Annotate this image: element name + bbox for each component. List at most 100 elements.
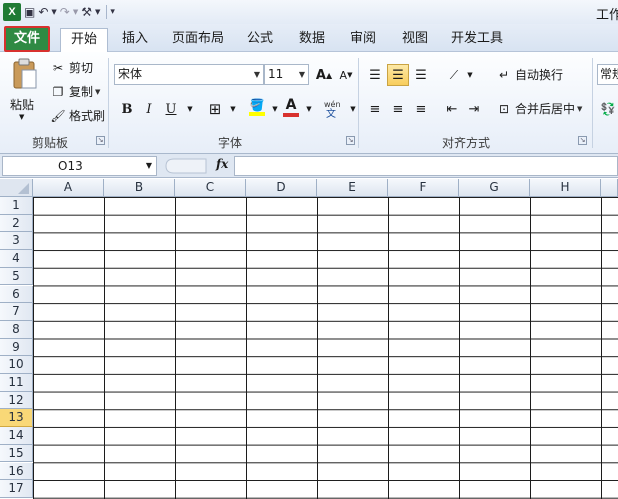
row-header-13[interactable]: 13 [0,409,33,428]
paste-dropdown-icon[interactable]: ▼ [19,113,24,121]
undo-icon[interactable]: ↶ [38,3,48,21]
row-header-16[interactable]: 16 [0,462,33,481]
copy-dropdown-icon[interactable]: ▼ [95,88,100,96]
paste-icon[interactable] [8,56,42,94]
undo-dropdown-icon[interactable]: ▼ [51,3,56,21]
font-size-select[interactable]: 11 ▼ [264,64,309,85]
tab-insert[interactable]: 插入 [115,28,155,52]
column-header-b[interactable]: B [104,179,175,197]
border-dropdown-icon[interactable]: ▼ [222,98,244,120]
row-header-6[interactable]: 6 [0,285,33,304]
row-header-9[interactable]: 9 [0,338,33,357]
number-format-select[interactable]: 常规 [597,64,618,85]
name-box[interactable]: O13 ▼ [2,156,157,176]
cell-area[interactable] [33,197,618,499]
clipboard-group-label: 剪贴板 [31,136,68,150]
save-icon[interactable]: ▣ [24,3,35,21]
row-header-12[interactable]: 12 [0,391,33,410]
column-header-d[interactable]: D [246,179,317,197]
phonetic-dropdown-icon[interactable]: ▼ [342,98,364,120]
row-header-4[interactable]: 4 [0,250,33,268]
tab-formulas[interactable]: 公式 [240,28,280,52]
chevron-down-icon[interactable]: ▼ [146,157,152,175]
formula-controls: fx [160,156,234,176]
paste-button[interactable]: 粘贴 [10,96,34,113]
row-header-14[interactable]: 14 [0,427,33,445]
column-header-h[interactable]: H [530,179,601,197]
increase-indent-icon[interactable]: ⇥ [463,98,485,120]
align-middle-icon[interactable]: ☰ [387,64,409,86]
quick-access-toolbar: X ▣ ↶ ▼ ↷ ▼ ⚒ ▼ ▾ 工作 [0,0,618,24]
tab-review[interactable]: 审阅 [343,28,383,52]
currency-icon[interactable]: 💱 [597,98,618,120]
tab-data[interactable]: 数据 [292,28,332,52]
font-name-value: 宋体 [118,67,143,81]
redo-icon[interactable]: ↷ [60,3,70,21]
chevron-down-icon[interactable]: ▼ [254,65,260,84]
font-name-select[interactable]: 宋体 ▼ [114,64,264,85]
orientation-dropdown-icon[interactable]: ▼ [459,64,481,86]
italic-icon[interactable]: I [138,98,160,120]
tab-view[interactable]: 视图 [395,28,435,52]
tools-dropdown-icon[interactable]: ▼ [95,3,100,21]
format-painter-button[interactable]: 🖌 格式刷 [50,107,105,124]
row-header-7[interactable]: 7 [0,303,33,321]
align-left-icon[interactable]: ≡ [364,98,386,120]
bold-icon[interactable]: B [116,98,138,120]
row-header-2[interactable]: 2 [0,214,33,233]
clipboard-launcher-icon[interactable]: ↘ [96,136,105,145]
wrap-text-button[interactable]: ↵ 自动换行 [496,66,563,83]
customize-toolbar-icon[interactable]: ▾ [110,3,115,21]
column-header-partial[interactable] [601,179,618,197]
row-header-5[interactable]: 5 [0,267,33,286]
column-header-c[interactable]: C [175,179,246,197]
tab-page-layout[interactable]: 页面布局 [168,28,228,52]
ribbon-home: 粘贴 ▼ ✂ 剪切 ❐ 复制 ▼ 🖌 格式刷 剪贴板 ↘ 宋体 ▼ 11 ▼ A… [0,52,618,154]
align-right-icon[interactable]: ≡ [410,98,432,120]
row-header-17[interactable]: 17 [0,480,33,498]
row-header-15[interactable]: 15 [0,444,33,463]
group-separator [592,58,593,148]
group-separator [108,58,109,148]
font-size-value: 11 [268,67,284,81]
row-header-10[interactable]: 10 [0,356,33,374]
column-header-e[interactable]: E [317,179,388,197]
excel-logo-icon[interactable]: X [3,3,21,21]
decrease-font-icon[interactable]: A ▼ [335,64,357,86]
increase-font-icon[interactable]: A ▲ [313,64,335,86]
merge-center-button[interactable]: ⊡ 合并后居中 ▼ [496,100,582,117]
chevron-down-icon[interactable]: ▼ [299,65,305,84]
underline-dropdown-icon[interactable]: ▼ [179,98,201,120]
alignment-group-label: 对齐方式 [441,136,490,150]
column-header-a[interactable]: A [33,179,104,197]
format-painter-label: 格式刷 [69,109,106,123]
column-header-g[interactable]: G [459,179,530,197]
tools-icon[interactable]: ⚒ [81,3,92,21]
copy-button[interactable]: ❐ 复制 ▼ [50,83,101,100]
column-header-f[interactable]: F [388,179,459,197]
number-format-value: 常规 [600,67,618,81]
tab-home[interactable]: 开始 [60,28,108,52]
redo-dropdown-icon[interactable]: ▼ [73,3,78,21]
name-box-value: O13 [58,159,83,173]
cut-button[interactable]: ✂ 剪切 [50,59,93,76]
row-header-3[interactable]: 3 [0,232,33,251]
insert-function-icon[interactable]: fx [216,157,228,171]
tab-file[interactable]: 文件 [4,26,50,52]
decrease-indent-icon[interactable]: ⇤ [441,98,463,120]
tab-developer[interactable]: 开发工具 [447,28,507,52]
window-title: 工作 [596,8,618,23]
formula-input[interactable] [234,156,618,176]
align-center-icon[interactable]: ≡ [387,98,409,120]
merge-dropdown-icon[interactable]: ▼ [577,105,582,113]
alignment-launcher-icon[interactable]: ↘ [578,136,587,145]
select-all-corner[interactable] [0,179,33,197]
svg-text:wén: wén [324,99,341,109]
row-header-1[interactable]: 1 [0,197,33,215]
font-color-dropdown-icon[interactable]: ▼ [298,98,320,120]
row-header-8[interactable]: 8 [0,320,33,339]
row-header-11[interactable]: 11 [0,374,33,392]
align-bottom-icon[interactable]: ☰ [410,64,432,86]
align-top-icon[interactable]: ☰ [364,64,386,86]
font-launcher-icon[interactable]: ↘ [346,136,355,145]
